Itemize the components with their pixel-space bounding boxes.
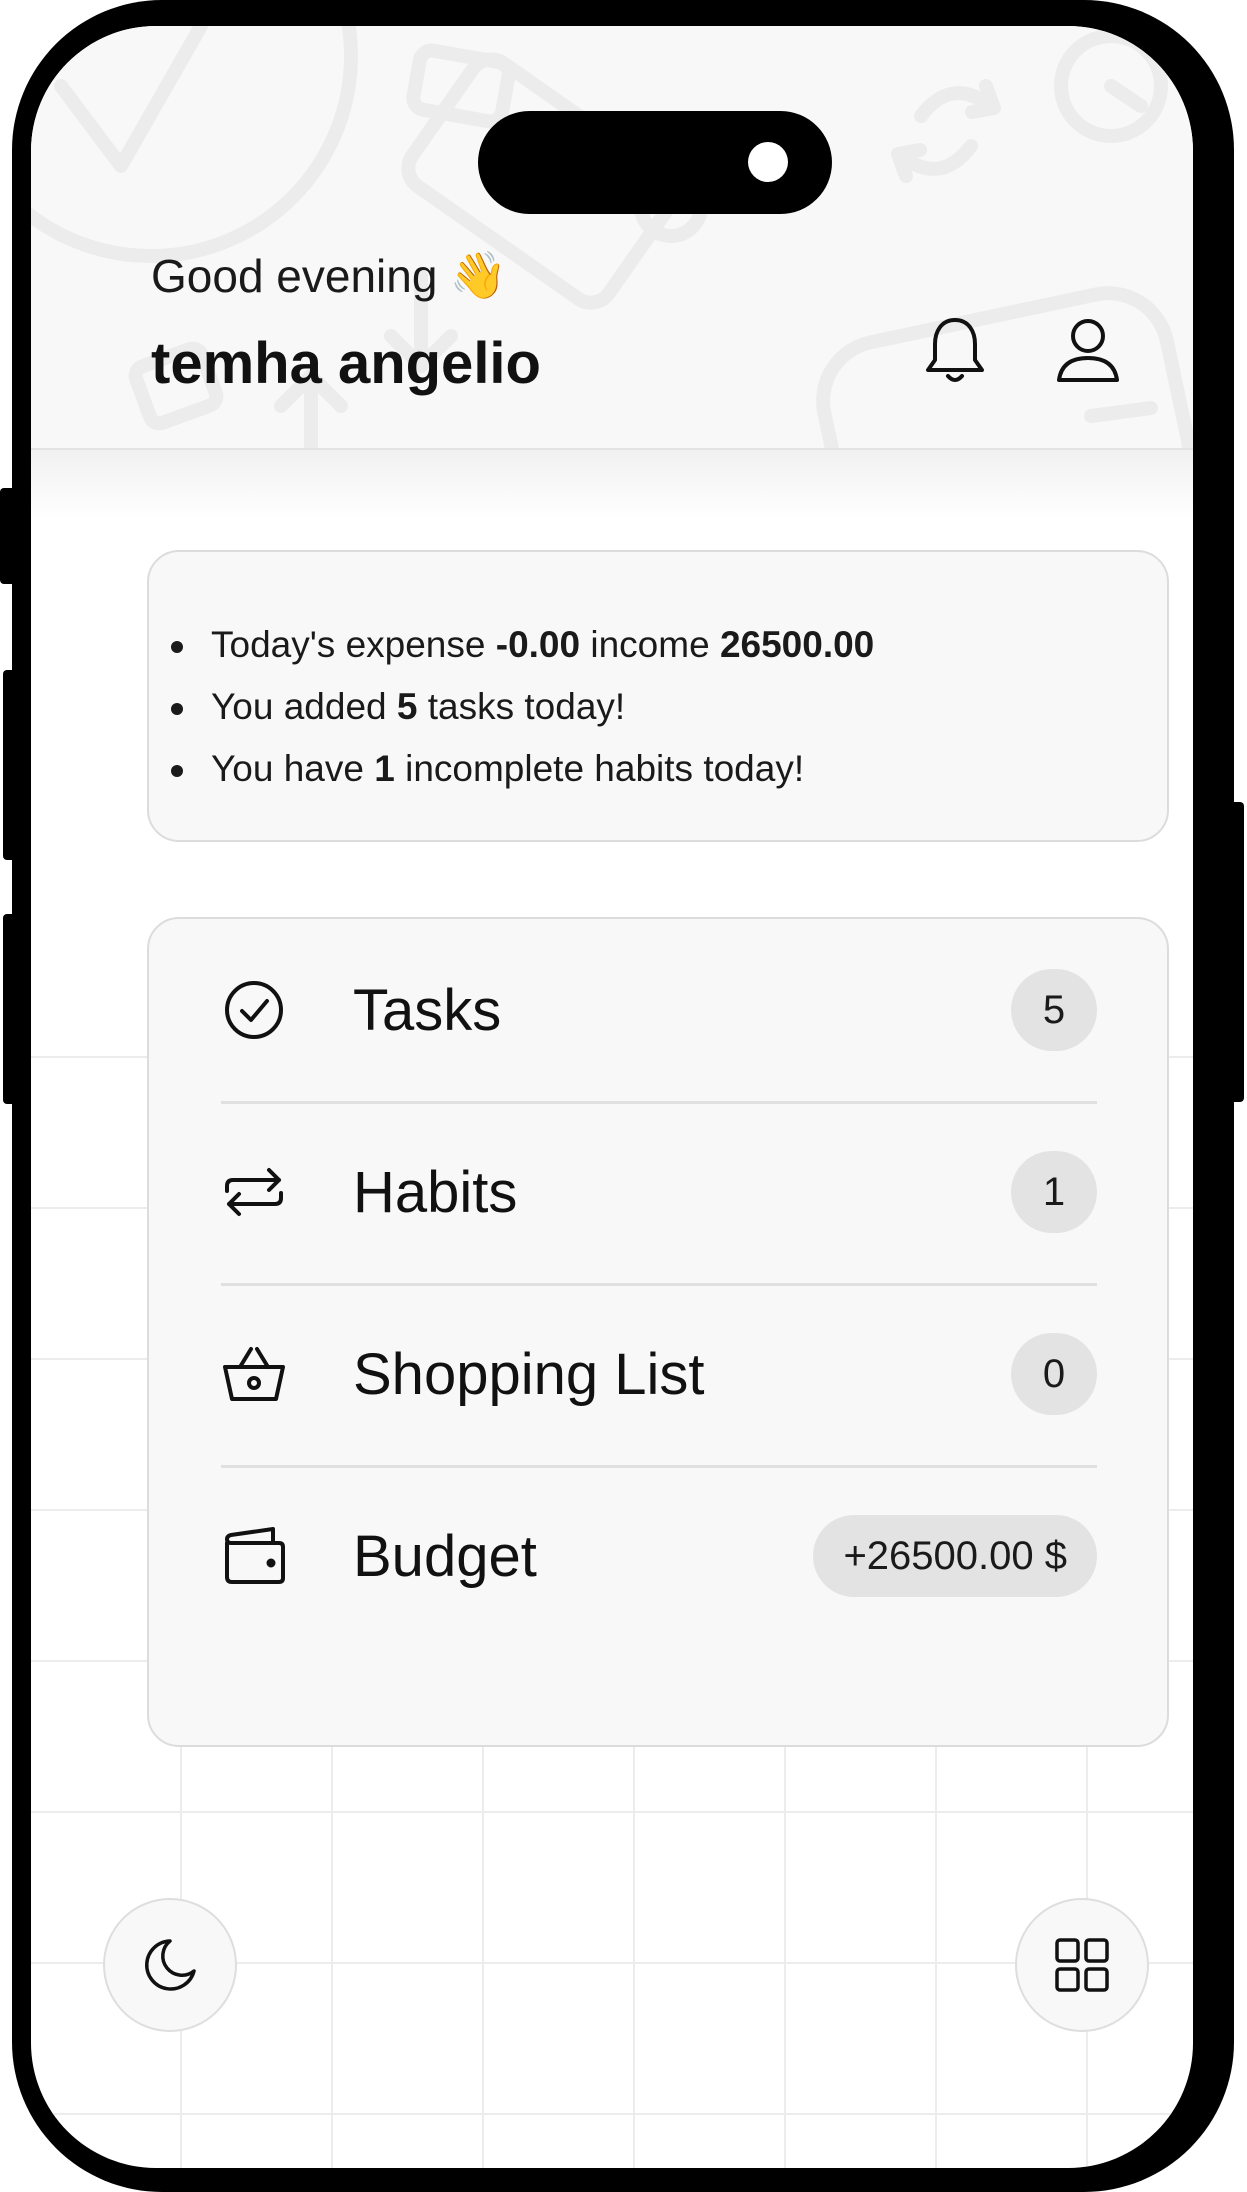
count-badge: 0 <box>1011 1333 1097 1415</box>
menu-item-label: Habits <box>353 1159 518 1225</box>
habits-count: 1 <box>374 748 395 789</box>
greeting: Good evening 👋 <box>151 248 507 303</box>
header: Good evening 👋 temha angelio <box>31 26 1193 450</box>
username: temha angelio <box>151 331 541 396</box>
summary-text: incomplete habits today! <box>394 748 805 789</box>
power-button <box>1230 802 1244 1102</box>
summary-text: tasks today! <box>417 686 626 727</box>
volume-down-button <box>3 914 17 1104</box>
menu-item-label: Tasks <box>353 977 502 1043</box>
expense-value: -0.00 <box>495 624 581 665</box>
greeting-text: Good evening <box>151 249 438 302</box>
tasks-count: 5 <box>396 686 418 727</box>
daily-summary-card: Today's expense -0.00 income 26500.00 Yo… <box>147 550 1169 842</box>
volume-up-button <box>3 670 17 860</box>
wallet-icon <box>225 1527 285 1584</box>
grid-icon <box>1055 1938 1109 1992</box>
apps-grid-button[interactable] <box>1015 1898 1149 2032</box>
action-button <box>0 488 16 584</box>
summary-item-habits: You have 1 incomplete habits today! <box>170 738 874 800</box>
count-badge: 5 <box>1011 969 1097 1051</box>
summary-item-tasks: You added 5 tasks today! <box>170 676 874 738</box>
user-icon[interactable] <box>1056 314 1120 386</box>
dynamic-island <box>478 111 832 214</box>
menu-item-tasks[interactable]: Tasks 5 <box>221 919 1097 1104</box>
summary-text: income <box>580 624 720 665</box>
moon-icon <box>145 1939 196 1991</box>
summary-text: Today's expense <box>211 624 496 665</box>
menu-item-label: Budget <box>353 1523 537 1589</box>
count-badge: 1 <box>1011 1151 1097 1233</box>
balance-badge: +26500.00 $ <box>813 1515 1097 1597</box>
menu-item-habits[interactable]: Habits 1 <box>221 1101 1097 1286</box>
repeat-icon <box>225 1168 283 1216</box>
camera-dot <box>748 142 788 182</box>
summary-list: Today's expense -0.00 income 26500.00 Yo… <box>170 614 875 800</box>
menu-item-budget[interactable]: Budget +26500.00 $ <box>221 1465 1097 1647</box>
theme-toggle-button[interactable] <box>103 1898 237 2032</box>
basket-icon <box>223 1347 285 1401</box>
waving-hand-emoji: 👋 <box>449 249 507 301</box>
menu-item-label: Shopping List <box>353 1341 705 1407</box>
menu-item-shopping-list[interactable]: Shopping List 0 <box>221 1283 1097 1468</box>
summary-item-expense: Today's expense -0.00 income 26500.00 <box>170 614 875 676</box>
summary-text: You added <box>211 686 397 727</box>
summary-text: You have <box>211 748 375 789</box>
bell-icon[interactable] <box>923 314 987 386</box>
header-shadow <box>31 450 1193 520</box>
menu-card: Tasks 5 Habits 1 Shopping List 0 Budget … <box>147 917 1169 1747</box>
income-value: 26500.00 <box>719 624 875 665</box>
app-screen: Good evening 👋 temha angelio Today's exp… <box>31 26 1193 2168</box>
check-circle-icon <box>225 981 283 1039</box>
